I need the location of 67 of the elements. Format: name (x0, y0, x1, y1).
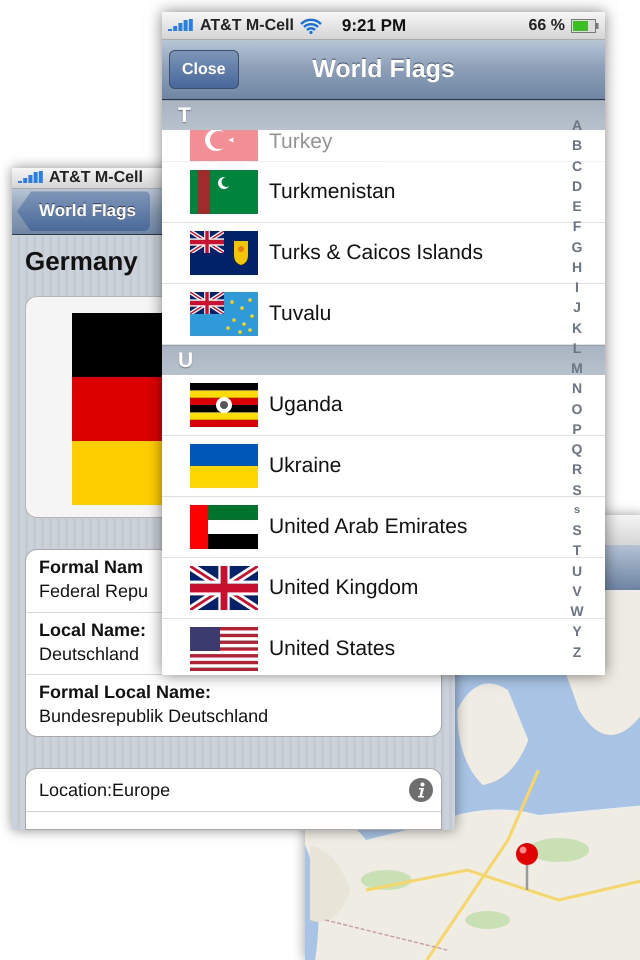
index-letter[interactable]: Y (572, 621, 582, 642)
info-icon[interactable] (409, 778, 433, 802)
index-letter[interactable]: C (572, 156, 582, 176)
index-letter[interactable]: P (572, 418, 582, 439)
index-letter[interactable]: A (572, 115, 582, 136)
country-row[interactable]: Turkmenistan (162, 162, 552, 222)
battery-icon (571, 18, 599, 32)
index-letter[interactable]: I (575, 277, 579, 298)
index-letter[interactable]: S (572, 480, 582, 500)
index-letter[interactable]: s (574, 500, 580, 520)
flag-icon (190, 383, 258, 427)
country-title: Germany (25, 245, 138, 278)
nav-title: World Flags (312, 55, 455, 84)
index-letter[interactable]: Q (572, 439, 582, 460)
info-value: Federal Repu (39, 581, 148, 602)
section-letter: T (178, 104, 191, 128)
signal-icon (168, 18, 194, 32)
flag-icon (72, 313, 162, 505)
flag-icon (190, 627, 258, 671)
index-letter[interactable]: H (572, 256, 582, 277)
index-letter[interactable]: U (572, 560, 582, 581)
info-value: Deutschland (39, 644, 140, 665)
flag-icon (190, 292, 258, 336)
country-row[interactable]: Turks & Caicos Islands (162, 223, 552, 283)
country-row[interactable]: Uganda (162, 375, 552, 435)
index-letter[interactable]: Z (572, 642, 582, 662)
info-label: Formal Local Name: (39, 682, 212, 703)
country-row[interactable]: Tuvalu (162, 284, 552, 344)
country-row[interactable]: Turkey (162, 130, 552, 161)
signal-icon (18, 170, 44, 185)
index-letter[interactable]: D (572, 176, 582, 196)
index-letter[interactable]: S (572, 520, 582, 540)
info-label: Formal Nam (39, 557, 144, 578)
carrier-name: AT&T M-Cell (200, 16, 294, 34)
index-letter[interactable]: O (572, 398, 582, 419)
index-letter[interactable]: T (572, 540, 582, 560)
flag-icon (190, 130, 258, 161)
flag-icon (190, 505, 258, 549)
index-letter[interactable]: G (572, 236, 582, 257)
location-text: Location:Europe (39, 780, 170, 800)
index-letter[interactable]: W (570, 601, 584, 622)
wifi-icon (300, 18, 322, 34)
flag-icon (190, 444, 258, 488)
carrier-name: AT&T M-Cell (49, 168, 143, 187)
battery-percent: 66 % (528, 16, 565, 34)
info-label: Local Name: (39, 620, 146, 641)
index-letter[interactable]: E (572, 196, 582, 216)
flag-icon (190, 231, 258, 275)
country-row[interactable]: Ukraine (162, 436, 552, 496)
country-row[interactable]: United Kingdom (162, 558, 552, 618)
index-letter[interactable]: N (572, 378, 582, 398)
index-letter[interactable]: R (572, 459, 582, 480)
flag-icon (190, 170, 258, 214)
status-time: 9:21 PM (342, 16, 406, 36)
back-button[interactable]: World Flags (17, 191, 150, 232)
index-letter[interactable]: K (572, 318, 582, 338)
flag-icon (190, 566, 258, 610)
close-button[interactable]: Close (169, 50, 239, 89)
country-row[interactable]: United Arab Emirates (162, 497, 552, 557)
index-letter[interactable]: B (572, 135, 582, 156)
info-value: Bundesrepublik Deutschland (39, 706, 268, 727)
index-letter[interactable]: V (572, 580, 582, 601)
index-letter[interactable]: M (571, 358, 583, 378)
index-letter[interactable]: J (573, 297, 581, 318)
country-row[interactable]: United States (162, 619, 552, 675)
index-letter[interactable]: F (572, 216, 582, 236)
section-letter: U (178, 348, 194, 372)
